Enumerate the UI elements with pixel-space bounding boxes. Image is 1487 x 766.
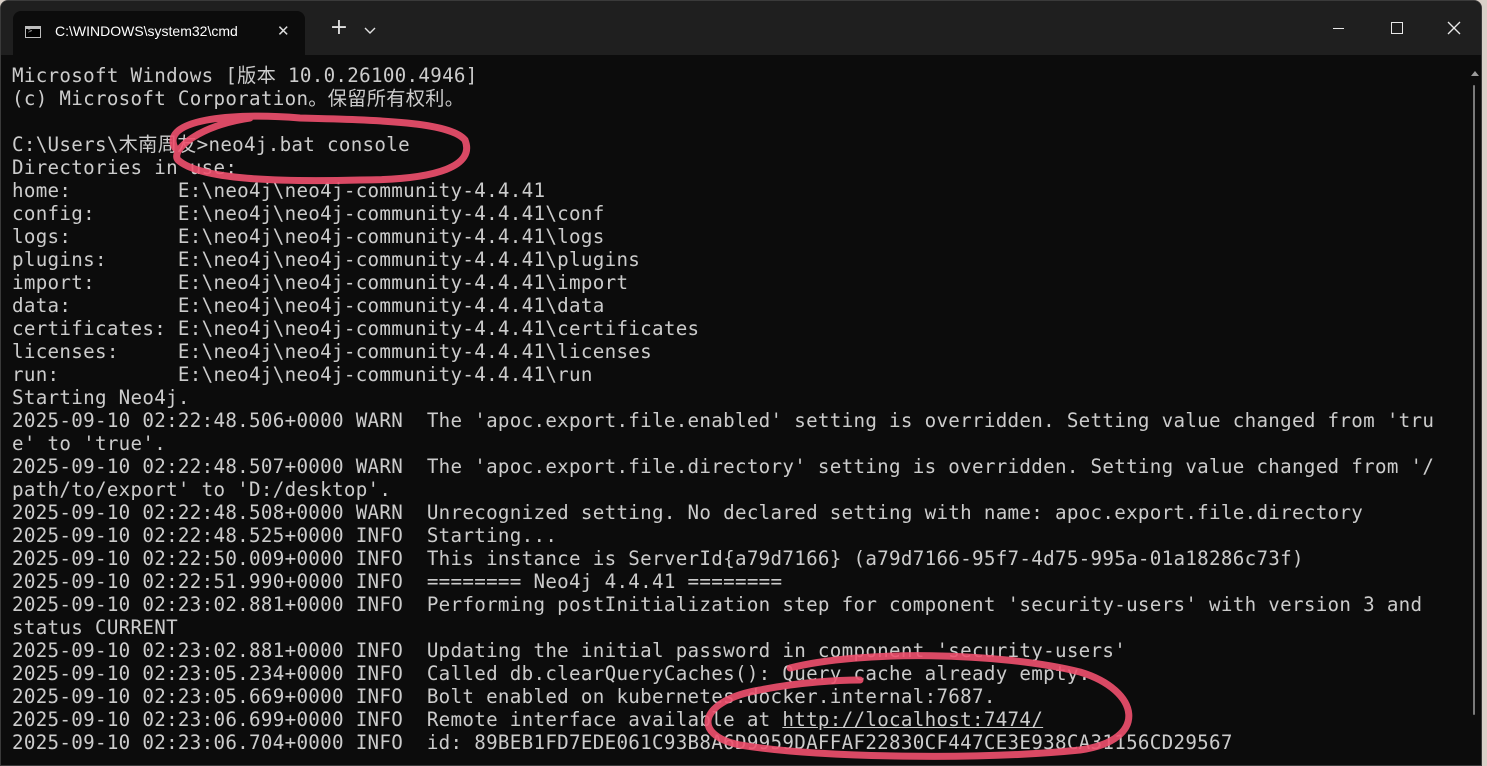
minimize-button[interactable] [1309,1,1367,55]
console-line: 2025-09-10 02:22:48.507+0000 WARN The 'a… [12,455,1435,478]
console-line: Microsoft Windows [版本 10.0.26100.4946] [12,64,478,87]
tab-cmd[interactable]: C:\WINDOWS\system32\cmd ✕ [13,11,305,55]
console-line: plugins: E:\neo4j\neo4j-community-4.4.41… [12,248,641,271]
tab-title: C:\WINDOWS\system32\cmd [55,23,238,39]
console-line: certificates: E:\neo4j\neo4j-community-4… [12,317,700,340]
new-tab-button[interactable]: + [323,15,355,43]
vertical-scrollbar[interactable] [1469,55,1481,765]
console-output[interactable]: Microsoft Windows [版本 10.0.26100.4946] (… [1,55,1471,765]
console-line: e' to 'true'. [12,432,167,455]
console-line: 2025-09-10 02:23:06.704+0000 INFO id: 89… [12,731,1233,754]
scroll-thumb[interactable] [1473,85,1475,715]
remote-line-prefix: 2025-09-10 02:23:06.699+0000 INFO Remote… [12,708,783,731]
console-line: 2025-09-10 02:22:51.990+0000 INFO ======… [12,570,783,593]
console-line: path/to/export' to 'D:/desktop'. [12,478,392,501]
maximize-button[interactable] [1367,1,1425,55]
console-line: logs: E:\neo4j\neo4j-community-4.4.41\lo… [12,225,605,248]
console-line: licenses: E:\neo4j\neo4j-community-4.4.4… [12,340,652,363]
localhost-link[interactable]: http://localhost:7474/ [782,708,1043,731]
console-line: 2025-09-10 02:23:02.881+0000 INFO Updati… [12,639,1127,662]
console-line: 2025-09-10 02:23:02.881+0000 INFO Perfor… [12,593,1423,616]
console-line: status CURRENT [12,616,178,639]
console-line: 2025-09-10 02:23:05.669+0000 INFO Bolt e… [12,685,996,708]
console-line: 2025-09-10 02:22:50.009+0000 INFO This i… [12,547,1304,570]
console-line: 2025-09-10 02:23:05.234+0000 INFO Called… [12,662,1091,685]
console-line-remote-interface: 2025-09-10 02:23:06.699+0000 INFO Remote… [12,708,1471,731]
close-icon [1447,21,1461,35]
console-line: config: E:\neo4j\neo4j-community-4.4.41\… [12,202,605,225]
terminal-window: C:\WINDOWS\system32\cmd ✕ + Microsoft Wi… [0,0,1482,766]
console-line: 2025-09-10 02:22:48.508+0000 WARN Unreco… [12,501,1364,524]
terminal-icon [25,26,41,38]
console-line: Starting Neo4j. [12,386,190,409]
console-line: import: E:\neo4j\neo4j-community-4.4.41\… [12,271,629,294]
console-line: 2025-09-10 02:22:48.506+0000 WARN The 'a… [12,409,1435,432]
console-line: run: E:\neo4j\neo4j-community-4.4.41\run [12,363,593,386]
console-line: Directories in use: [12,156,238,179]
tab-close-icon[interactable]: ✕ [277,22,290,40]
console-line: home: E:\neo4j\neo4j-community-4.4.41 [12,179,546,202]
scroll-up-icon[interactable] [1471,71,1479,76]
title-bar[interactable]: C:\WINDOWS\system32\cmd ✕ + [1,1,1481,55]
console-line: data: E:\neo4j\neo4j-community-4.4.41\da… [12,294,605,317]
console-line: 2025-09-10 02:22:48.525+0000 INFO Starti… [12,524,558,547]
console-line: C:\Users\木南周友>neo4j.bat console [12,133,410,156]
console-line: (c) Microsoft Corporation。保留所有权利。 [12,87,465,110]
chevron-down-icon[interactable] [363,21,389,41]
close-button[interactable] [1425,1,1481,55]
